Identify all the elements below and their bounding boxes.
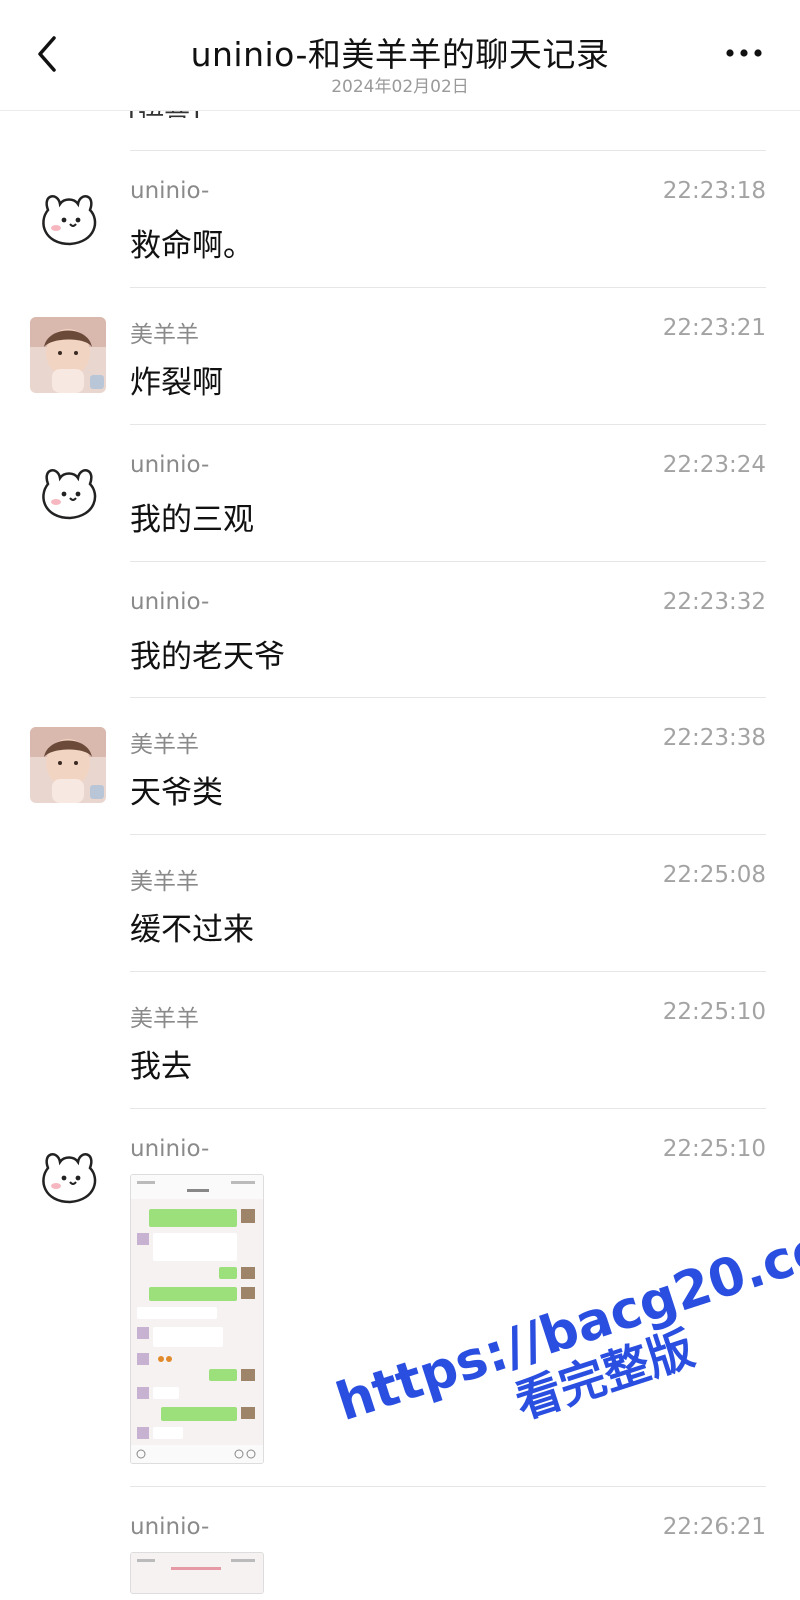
bunny-avatar[interactable] [30,1138,106,1214]
message-text: 救命啊。 [130,228,254,264]
sender-name: uninio- [130,178,210,204]
message-text: 我去 [130,1049,192,1085]
sender-name: 美羊羊 [130,732,199,758]
bunny-avatar[interactable] [30,180,106,256]
message-time: 22:23:38 [662,725,766,751]
sender-name: 美羊羊 [130,1006,199,1032]
message-time: 22:23:24 [662,452,766,478]
sender-name: uninio- [130,1514,210,1540]
message-time: 22:25:10 [662,1136,766,1162]
chat-record-item[interactable]: 美羊羊 22:25:10 我去 [0,971,800,1108]
chat-record-item[interactable]: 美羊羊 22:23:21 炸裂啊 [0,287,800,424]
message-time: 22:25:08 [662,862,766,888]
chat-screenshot-thumbnail[interactable] [130,1552,264,1594]
bunny-avatar[interactable] [30,454,106,530]
chat-screenshot-thumbnail[interactable] [130,1174,264,1464]
child-avatar[interactable] [30,317,106,393]
sender-name: uninio- [130,1136,210,1162]
chat-record-item[interactable]: uninio- 22:23:18 救命啊。 [0,150,800,287]
chat-record-item[interactable]: 美羊羊 22:25:08 缓不过来 [0,834,800,971]
page-date: 2024年02月02日 [331,77,469,97]
message-text: 我的老天爷 [130,639,285,675]
message-text: 我的三观 [130,502,254,538]
message-text: 缓不过来 [130,912,254,948]
message-text: 炸裂啊 [130,365,223,401]
page-title: uninio-和美羊羊的聊天记录 [190,35,610,74]
chat-record-item[interactable]: uninio- 22:23:24 我的三观 [0,424,800,561]
message-text: 天爷类 [130,775,223,811]
message-time: 22:25:10 [662,999,766,1025]
more-horizontal-icon[interactable] [722,38,766,68]
message-time: 22:26:21 [662,1514,766,1540]
sender-name: 美羊羊 [130,322,199,348]
chat-record-item[interactable]: uninio- 22:26:21 [0,1486,800,1600]
chat-record-item[interactable]: uninio- 22:23:32 我的老天爷 [0,561,800,697]
sender-name: 美羊羊 [130,869,199,895]
chat-history-header: uninio-和美羊羊的聊天记录 2024年02月02日 [0,0,800,111]
child-avatar[interactable] [30,727,106,803]
message-time: 22:23:18 [662,178,766,204]
message-time: 22:23:21 [662,315,766,341]
message-time: 22:23:32 [662,589,766,615]
sender-name: uninio- [130,452,210,478]
sender-name: uninio- [130,589,210,615]
chat-record-item[interactable]: 美羊羊 22:23:38 天爷类 [0,697,800,834]
